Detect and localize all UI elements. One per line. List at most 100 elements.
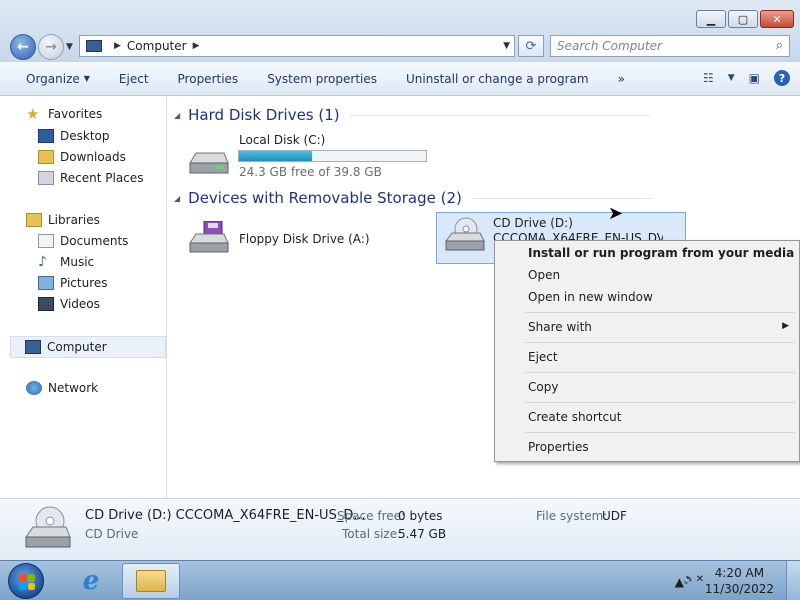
- windows-logo-icon: [19, 574, 35, 590]
- floppy-drive-icon[interactable]: [186, 220, 230, 257]
- nav-desktop-label: Desktop: [60, 129, 110, 143]
- details-title: CD Drive (D:) CCCOMA_X64FRE_EN-US_D...: [85, 508, 366, 523]
- refresh-button[interactable]: ⟳: [518, 35, 544, 57]
- space-free-label: Space free:: [337, 509, 406, 523]
- documents-icon: [38, 234, 54, 248]
- search-input[interactable]: Search Computer ⌕: [550, 35, 790, 57]
- volume-muted-icon[interactable]: 🔈✕: [683, 574, 704, 585]
- network-icon: [26, 381, 42, 395]
- breadcrumb-chevron-icon[interactable]: ▶: [193, 41, 200, 51]
- nav-music-label: Music: [60, 255, 95, 269]
- address-dropdown-icon[interactable]: ▼: [503, 41, 510, 51]
- refresh-icon: ⟳: [525, 38, 537, 54]
- collapse-caret-icon[interactable]: ◢: [174, 194, 180, 203]
- floppy-drive-name[interactable]: Floppy Disk Drive (A:): [239, 232, 370, 246]
- close-button[interactable]: ✕: [760, 10, 794, 28]
- nav-downloads[interactable]: Downloads: [38, 150, 126, 164]
- forward-button[interactable]: →: [38, 34, 64, 60]
- menu-separator: [525, 432, 795, 433]
- nav-pictures[interactable]: Pictures: [38, 276, 108, 290]
- nav-libraries[interactable]: Libraries: [26, 213, 100, 227]
- taskbar: e ▲ 🔈✕ 4:20 AM 11/30/2022: [0, 560, 800, 600]
- mouse-cursor-icon: ➤: [608, 203, 624, 224]
- collapse-caret-icon[interactable]: ◢: [174, 111, 180, 120]
- uninstall-program-button[interactable]: Uninstall or change a program: [406, 72, 589, 86]
- minimize-button[interactable]: ▁: [696, 10, 726, 28]
- nav-desktop[interactable]: Desktop: [38, 129, 110, 143]
- group-divider: [471, 197, 652, 199]
- breadcrumb-computer[interactable]: Computer: [127, 39, 187, 53]
- local-disk-usage-bar: [238, 150, 427, 162]
- nav-network[interactable]: Network: [26, 381, 98, 395]
- libraries-icon: [26, 213, 42, 227]
- change-view-icon[interactable]: ☷: [703, 71, 714, 85]
- cd-drive-name[interactable]: CD Drive (D:): [493, 216, 573, 230]
- music-note-icon: ♪: [38, 254, 47, 270]
- star-icon: ★: [26, 105, 40, 123]
- submenu-arrow-icon: ▶: [782, 321, 789, 331]
- system-properties-button[interactable]: System properties: [267, 72, 377, 86]
- start-button[interactable]: [8, 563, 44, 599]
- menu-share-with[interactable]: Share with: [528, 320, 592, 334]
- nav-downloads-label: Downloads: [60, 150, 126, 164]
- show-desktop-button[interactable]: [786, 561, 800, 600]
- eject-button[interactable]: Eject: [119, 72, 149, 86]
- maximize-button[interactable]: ▢: [728, 10, 758, 28]
- details-pane: CD Drive (D:) CCCOMA_X64FRE_EN-US_D... C…: [0, 498, 800, 560]
- downloads-folder-icon: [38, 150, 54, 164]
- more-commands-button[interactable]: »: [618, 72, 625, 86]
- group-hdd-label: Hard Disk Drives (1): [188, 106, 340, 124]
- taskbar-internet-explorer[interactable]: e: [62, 563, 120, 599]
- nav-pictures-label: Pictures: [60, 276, 108, 290]
- cd-drive-large-icon: [22, 505, 72, 554]
- nav-music[interactable]: ♪ Music: [38, 255, 94, 269]
- menu-open-new-window[interactable]: Open in new window: [528, 290, 653, 304]
- view-dropdown-icon[interactable]: ▼: [728, 73, 735, 83]
- breadcrumb-chevron-icon[interactable]: ▶: [114, 41, 121, 51]
- menu-separator: [525, 372, 795, 373]
- nav-favorites-label: Favorites: [48, 107, 103, 121]
- clock-date: 11/30/2022: [704, 582, 774, 596]
- search-placeholder: Search Computer: [557, 39, 662, 53]
- nav-computer-label: Computer: [47, 340, 107, 354]
- menu-create-shortcut[interactable]: Create shortcut: [528, 410, 621, 424]
- menu-eject[interactable]: Eject: [528, 350, 558, 364]
- menu-separator: [525, 402, 795, 403]
- cd-drive-icon[interactable]: [442, 217, 486, 253]
- recent-pages-dropdown[interactable]: ▼: [66, 42, 73, 52]
- nav-recent-places[interactable]: Recent Places: [38, 171, 143, 185]
- nav-documents[interactable]: Documents: [38, 234, 128, 248]
- nav-videos[interactable]: Videos: [38, 297, 100, 311]
- total-size-label: Total size:: [342, 527, 402, 541]
- hard-drive-icon[interactable]: [186, 143, 230, 179]
- search-icon[interactable]: ⌕: [776, 38, 783, 53]
- space-free-value: 0 bytes: [398, 509, 443, 523]
- nav-recent-places-label: Recent Places: [60, 171, 144, 185]
- preview-pane-icon[interactable]: ▣: [749, 71, 760, 85]
- nav-computer[interactable]: Computer: [10, 336, 166, 358]
- taskbar-clock[interactable]: 4:20 AM 11/30/2022: [705, 565, 774, 597]
- organize-button[interactable]: Organize ▼: [26, 72, 90, 86]
- menu-properties[interactable]: Properties: [528, 440, 589, 454]
- chevron-down-icon: ▼: [83, 74, 90, 83]
- address-bar[interactable]: ▶ Computer ▶ ▼: [79, 35, 515, 57]
- pictures-icon: [38, 276, 54, 290]
- menu-open[interactable]: Open: [528, 268, 560, 282]
- menu-copy[interactable]: Copy: [528, 380, 558, 394]
- properties-button[interactable]: Properties: [178, 72, 239, 86]
- menu-install-run[interactable]: Install or run program from your media: [528, 246, 794, 260]
- back-button[interactable]: ←: [10, 34, 36, 60]
- nav-favorites[interactable]: ★ Favorites: [26, 105, 103, 123]
- usage-fill: [239, 151, 312, 161]
- group-header-hard-disks[interactable]: ◢ Hard Disk Drives (1): [174, 106, 650, 124]
- local-disk-name[interactable]: Local Disk (C:): [239, 133, 325, 147]
- computer-icon: [86, 40, 102, 52]
- taskbar-windows-explorer[interactable]: [122, 563, 180, 599]
- videos-icon: [38, 297, 54, 311]
- total-size-value: 5.47 GB: [398, 527, 447, 541]
- help-icon[interactable]: ?: [774, 70, 790, 86]
- clock-time: 4:20 AM: [714, 566, 765, 580]
- group-header-removable[interactable]: ◢ Devices with Removable Storage (2): [174, 189, 652, 207]
- nav-documents-label: Documents: [60, 234, 129, 248]
- nav-libraries-label: Libraries: [48, 213, 100, 227]
